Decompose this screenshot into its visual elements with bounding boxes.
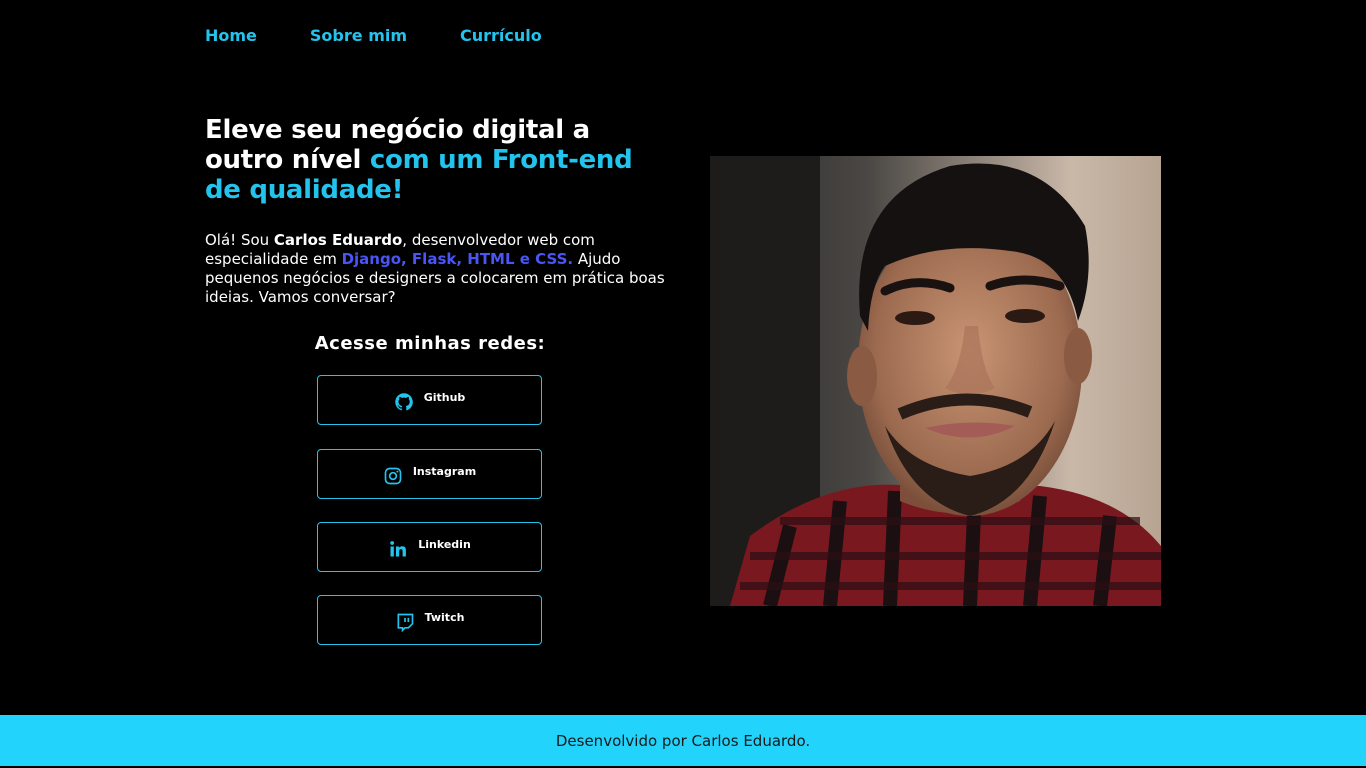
networks-heading: Acesse minhas redes:: [314, 333, 546, 354]
github-icon: [394, 392, 414, 412]
nav-about-link[interactable]: Sobre mim: [310, 26, 407, 46]
main-nav: Home Sobre mim Currículo: [205, 26, 542, 46]
footer: Desenvolvido por Carlos Eduardo.: [0, 715, 1366, 766]
intro-skills: Django, Flask, HTML e CSS.: [341, 250, 574, 268]
footer-text: Desenvolvido por Carlos Eduardo.: [555, 731, 811, 750]
twitch-icon: [395, 612, 415, 632]
profile-photo: [710, 156, 1161, 606]
nav-resume-link[interactable]: Currículo: [460, 26, 542, 46]
hero-title: Eleve seu negócio digital a outro nível …: [205, 115, 675, 205]
instagram-button[interactable]: Instagram: [317, 449, 542, 499]
github-button[interactable]: Github: [317, 375, 542, 425]
intro-part1: Olá! Sou: [205, 231, 274, 249]
nav-home-link[interactable]: Home: [205, 26, 257, 46]
github-label: Github: [423, 390, 466, 404]
linkedin-button[interactable]: Linkedin: [317, 522, 542, 572]
linkedin-icon: [388, 539, 408, 559]
intro-name: Carlos Eduardo: [273, 231, 403, 249]
instagram-label: Instagram: [412, 464, 477, 478]
instagram-icon: [383, 466, 403, 486]
twitch-label: Twitch: [424, 610, 465, 624]
linkedin-label: Linkedin: [418, 537, 471, 551]
intro-text: Olá! Sou Carlos Eduardo, desenvolvedor w…: [205, 231, 665, 307]
twitch-button[interactable]: Twitch: [317, 595, 542, 645]
